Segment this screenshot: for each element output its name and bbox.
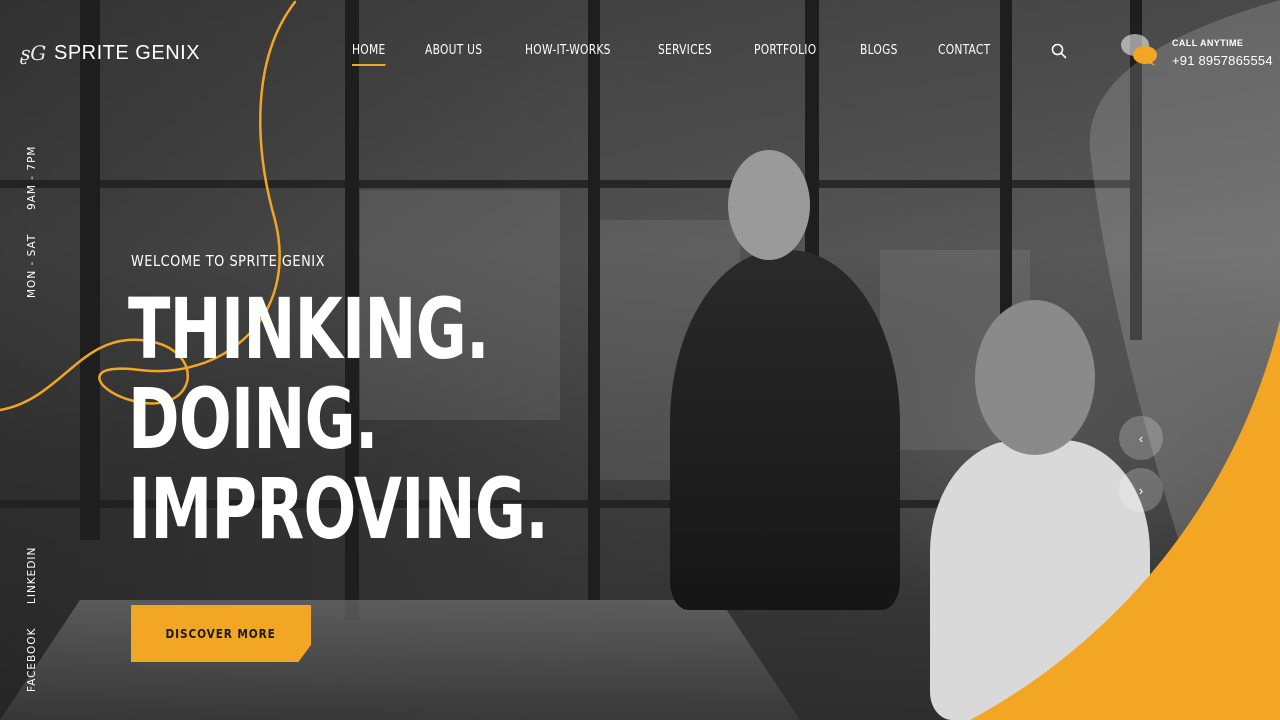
chevron-left-icon: ‹ bbox=[1138, 430, 1144, 446]
slider-next-button[interactable]: › bbox=[1119, 468, 1163, 512]
nav-item-how-it-works[interactable]: HOW-IT-WORKS bbox=[525, 42, 611, 66]
chevron-right-icon: › bbox=[1138, 482, 1144, 498]
headline-line-3: IMPROVING. bbox=[128, 460, 549, 558]
discover-more-label: DISCOVER MORE bbox=[165, 626, 277, 641]
hero-welcome-text: WELCOME TO SPRITE GENIX bbox=[131, 252, 325, 270]
nav-item-services[interactable]: SERVICES bbox=[658, 42, 712, 66]
hero-headline: THINKING. DOING. IMPROVING. bbox=[128, 280, 549, 558]
discover-more-button[interactable]: DISCOVER MORE bbox=[131, 605, 311, 662]
nav-item-portfolio[interactable]: PORTFOLIO bbox=[754, 42, 816, 66]
nav-item-blogs[interactable]: BLOGS bbox=[860, 42, 898, 66]
phone-number-link[interactable]: +91 8957865554 bbox=[1172, 53, 1273, 68]
nav-item-about-us[interactable]: ABOUT US bbox=[425, 42, 482, 66]
search-icon bbox=[1051, 43, 1067, 59]
logo-mark-icon: ʂG bbox=[20, 41, 47, 65]
brand-name: SPRITE GENIX bbox=[54, 41, 201, 64]
working-days: MON - SAT bbox=[26, 233, 38, 298]
background-frame bbox=[80, 0, 100, 540]
main-nav: HOME ABOUT US HOW-IT-WORKS SERVICES PORT… bbox=[352, 42, 1032, 66]
call-anytime-label: CALL ANYTIME bbox=[1172, 38, 1244, 48]
social-link-linkedin[interactable]: LINKEDIN bbox=[26, 547, 38, 604]
background-person-standing bbox=[670, 250, 900, 610]
background-frame bbox=[588, 0, 600, 600]
headline-line-2: DOING. bbox=[128, 370, 379, 468]
chat-bubbles-icon bbox=[1121, 34, 1157, 66]
nav-item-home[interactable]: HOME bbox=[352, 42, 386, 66]
brand-logo[interactable]: ʂG SPRITE GENIX bbox=[20, 40, 200, 66]
slider-prev-button[interactable]: ‹ bbox=[1119, 416, 1163, 460]
headline-line-1: THINKING. bbox=[128, 280, 490, 378]
nav-item-contact[interactable]: CONTACT bbox=[938, 42, 990, 66]
social-link-facebook[interactable]: FACEBOOK bbox=[26, 628, 38, 692]
search-button[interactable] bbox=[1050, 42, 1068, 60]
decorative-orange-swoosh bbox=[970, 320, 1280, 720]
working-hours: 9AM - 7PM bbox=[26, 145, 38, 210]
background-person-head bbox=[728, 150, 810, 260]
